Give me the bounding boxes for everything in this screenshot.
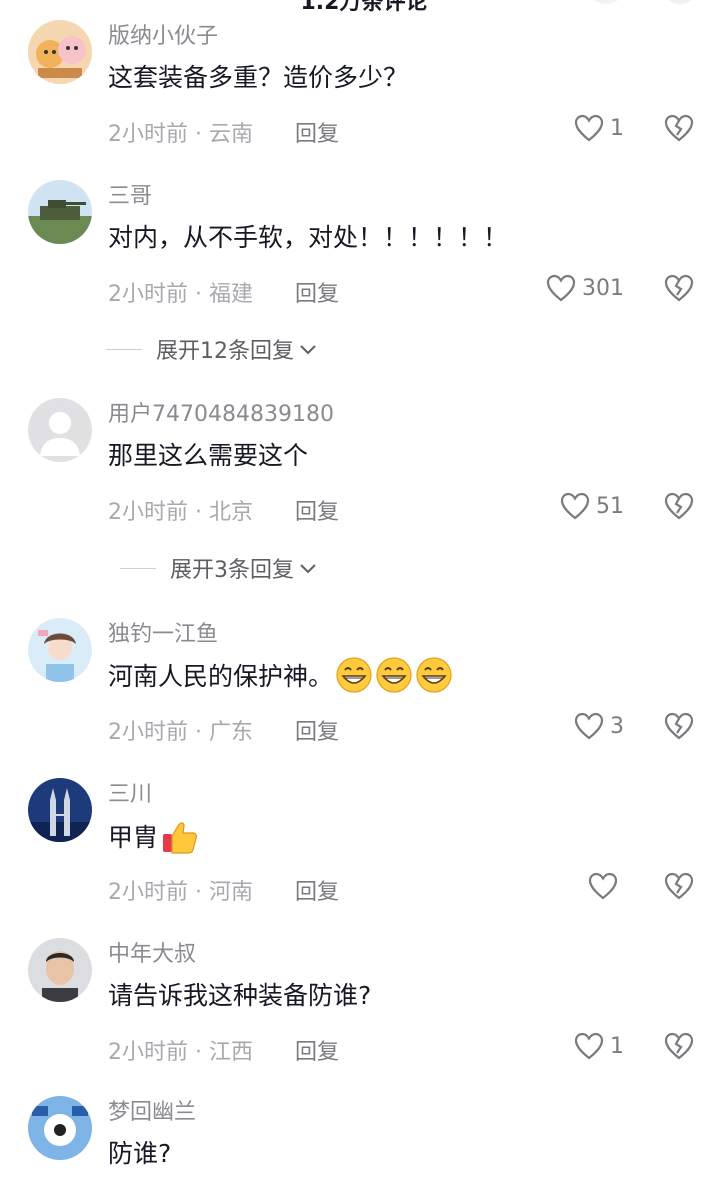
username[interactable]: 用户7470484839180: [108, 396, 334, 428]
like-count: 3: [610, 713, 624, 739]
like-button[interactable]: 1: [574, 1032, 624, 1060]
reply-button[interactable]: 回复: [295, 494, 339, 526]
broken-heart-icon: [664, 872, 694, 900]
heart-icon: [546, 274, 576, 302]
comment-meta: 2小时前 · 江西: [108, 1040, 253, 1065]
username[interactable]: 版纳小伙子: [108, 18, 218, 50]
like-button[interactable]: [588, 872, 624, 900]
like-button[interactable]: 301: [546, 274, 624, 302]
broken-heart-icon: [664, 1032, 694, 1060]
like-button[interactable]: 3: [574, 712, 624, 740]
comment-meta: 2小时前 · 广东: [108, 720, 253, 745]
grin-emoji-icon: [416, 657, 452, 693]
comment-text: 那里这么需要这个: [108, 441, 309, 470]
reply-button[interactable]: 回复: [295, 276, 339, 308]
avatar[interactable]: [28, 618, 92, 682]
heart-icon: [574, 114, 604, 142]
dislike-button[interactable]: [664, 274, 694, 306]
like-count: 301: [582, 275, 624, 301]
dislike-button[interactable]: [664, 492, 694, 524]
avatar[interactable]: [28, 180, 92, 244]
comment-text-body: 甲胄: [108, 823, 159, 852]
heart-icon: [560, 492, 590, 520]
comments-header: 1.2万条评论: [0, 0, 728, 16]
divider-line: [106, 348, 142, 350]
username[interactable]: 三哥: [108, 178, 152, 210]
comment-text: 甲胄: [108, 816, 200, 856]
chevron-down-icon: [300, 564, 316, 574]
comment-text: 对内，从不手软，对处！！！！！！: [108, 223, 509, 252]
dislike-button[interactable]: [664, 1032, 694, 1064]
chevron-down-icon: [300, 345, 316, 355]
like-count: 1: [610, 1033, 624, 1059]
like-button[interactable]: 1: [574, 114, 624, 142]
expand-replies-button[interactable]: 展开12条回复: [106, 333, 318, 365]
username[interactable]: 独钓一江鱼: [108, 616, 218, 648]
divider-line: [120, 567, 156, 569]
expand-replies-label: 展开12条回复: [156, 339, 294, 364]
expand-replies-button[interactable]: 展开3条回复: [120, 552, 318, 584]
broken-heart-icon: [664, 114, 694, 142]
dislike-button[interactable]: [664, 872, 694, 904]
avatar[interactable]: [28, 778, 92, 842]
like-count: 1: [610, 115, 624, 141]
username[interactable]: 中年大叔: [108, 936, 196, 968]
broken-heart-icon: [664, 274, 694, 302]
username[interactable]: 三川: [108, 776, 152, 808]
reply-button[interactable]: 回复: [295, 1034, 339, 1066]
comment-text: 河南人民的保护神。: [108, 656, 453, 694]
heart-icon: [588, 872, 618, 900]
expand-replies-label: 展开3条回复: [170, 558, 294, 583]
reply-button[interactable]: 回复: [295, 874, 339, 906]
avatar[interactable]: [28, 938, 92, 1002]
avatar[interactable]: [28, 1096, 92, 1160]
like-count: 51: [596, 493, 624, 519]
username[interactable]: 梦回幽兰: [108, 1094, 196, 1126]
comment-meta: 2小时前 · 河南: [108, 880, 253, 905]
reply-button[interactable]: 回复: [295, 714, 339, 746]
avatar[interactable]: [28, 20, 92, 84]
avatar[interactable]: [28, 398, 92, 462]
dislike-button[interactable]: [664, 114, 694, 146]
grin-emoji-icon: [376, 657, 412, 693]
comment-text: 这套装备多重？造价多少？: [108, 63, 409, 92]
dislike-button[interactable]: [664, 712, 694, 744]
heart-icon: [574, 712, 604, 740]
comment-text: 防谁?: [108, 1139, 172, 1168]
comment-meta: 2小时前 · 云南: [108, 122, 253, 147]
comment-text-body: 河南人民的保护神。: [108, 662, 334, 691]
reply-button[interactable]: 回复: [295, 116, 339, 148]
thumbs-up-emoji-icon: [163, 822, 197, 854]
broken-heart-icon: [664, 492, 694, 520]
comment-count-title: 1.2万条评论: [300, 0, 428, 15]
comment-meta: 2小时前 · 北京: [108, 500, 253, 525]
heart-icon: [574, 1032, 604, 1060]
comment-text: 请告诉我这种装备防谁?: [108, 981, 372, 1010]
broken-heart-icon: [664, 712, 694, 740]
like-button[interactable]: 51: [560, 492, 624, 520]
comment-meta: 2小时前 · 福建: [108, 282, 253, 307]
grin-emoji-icon: [336, 657, 372, 693]
